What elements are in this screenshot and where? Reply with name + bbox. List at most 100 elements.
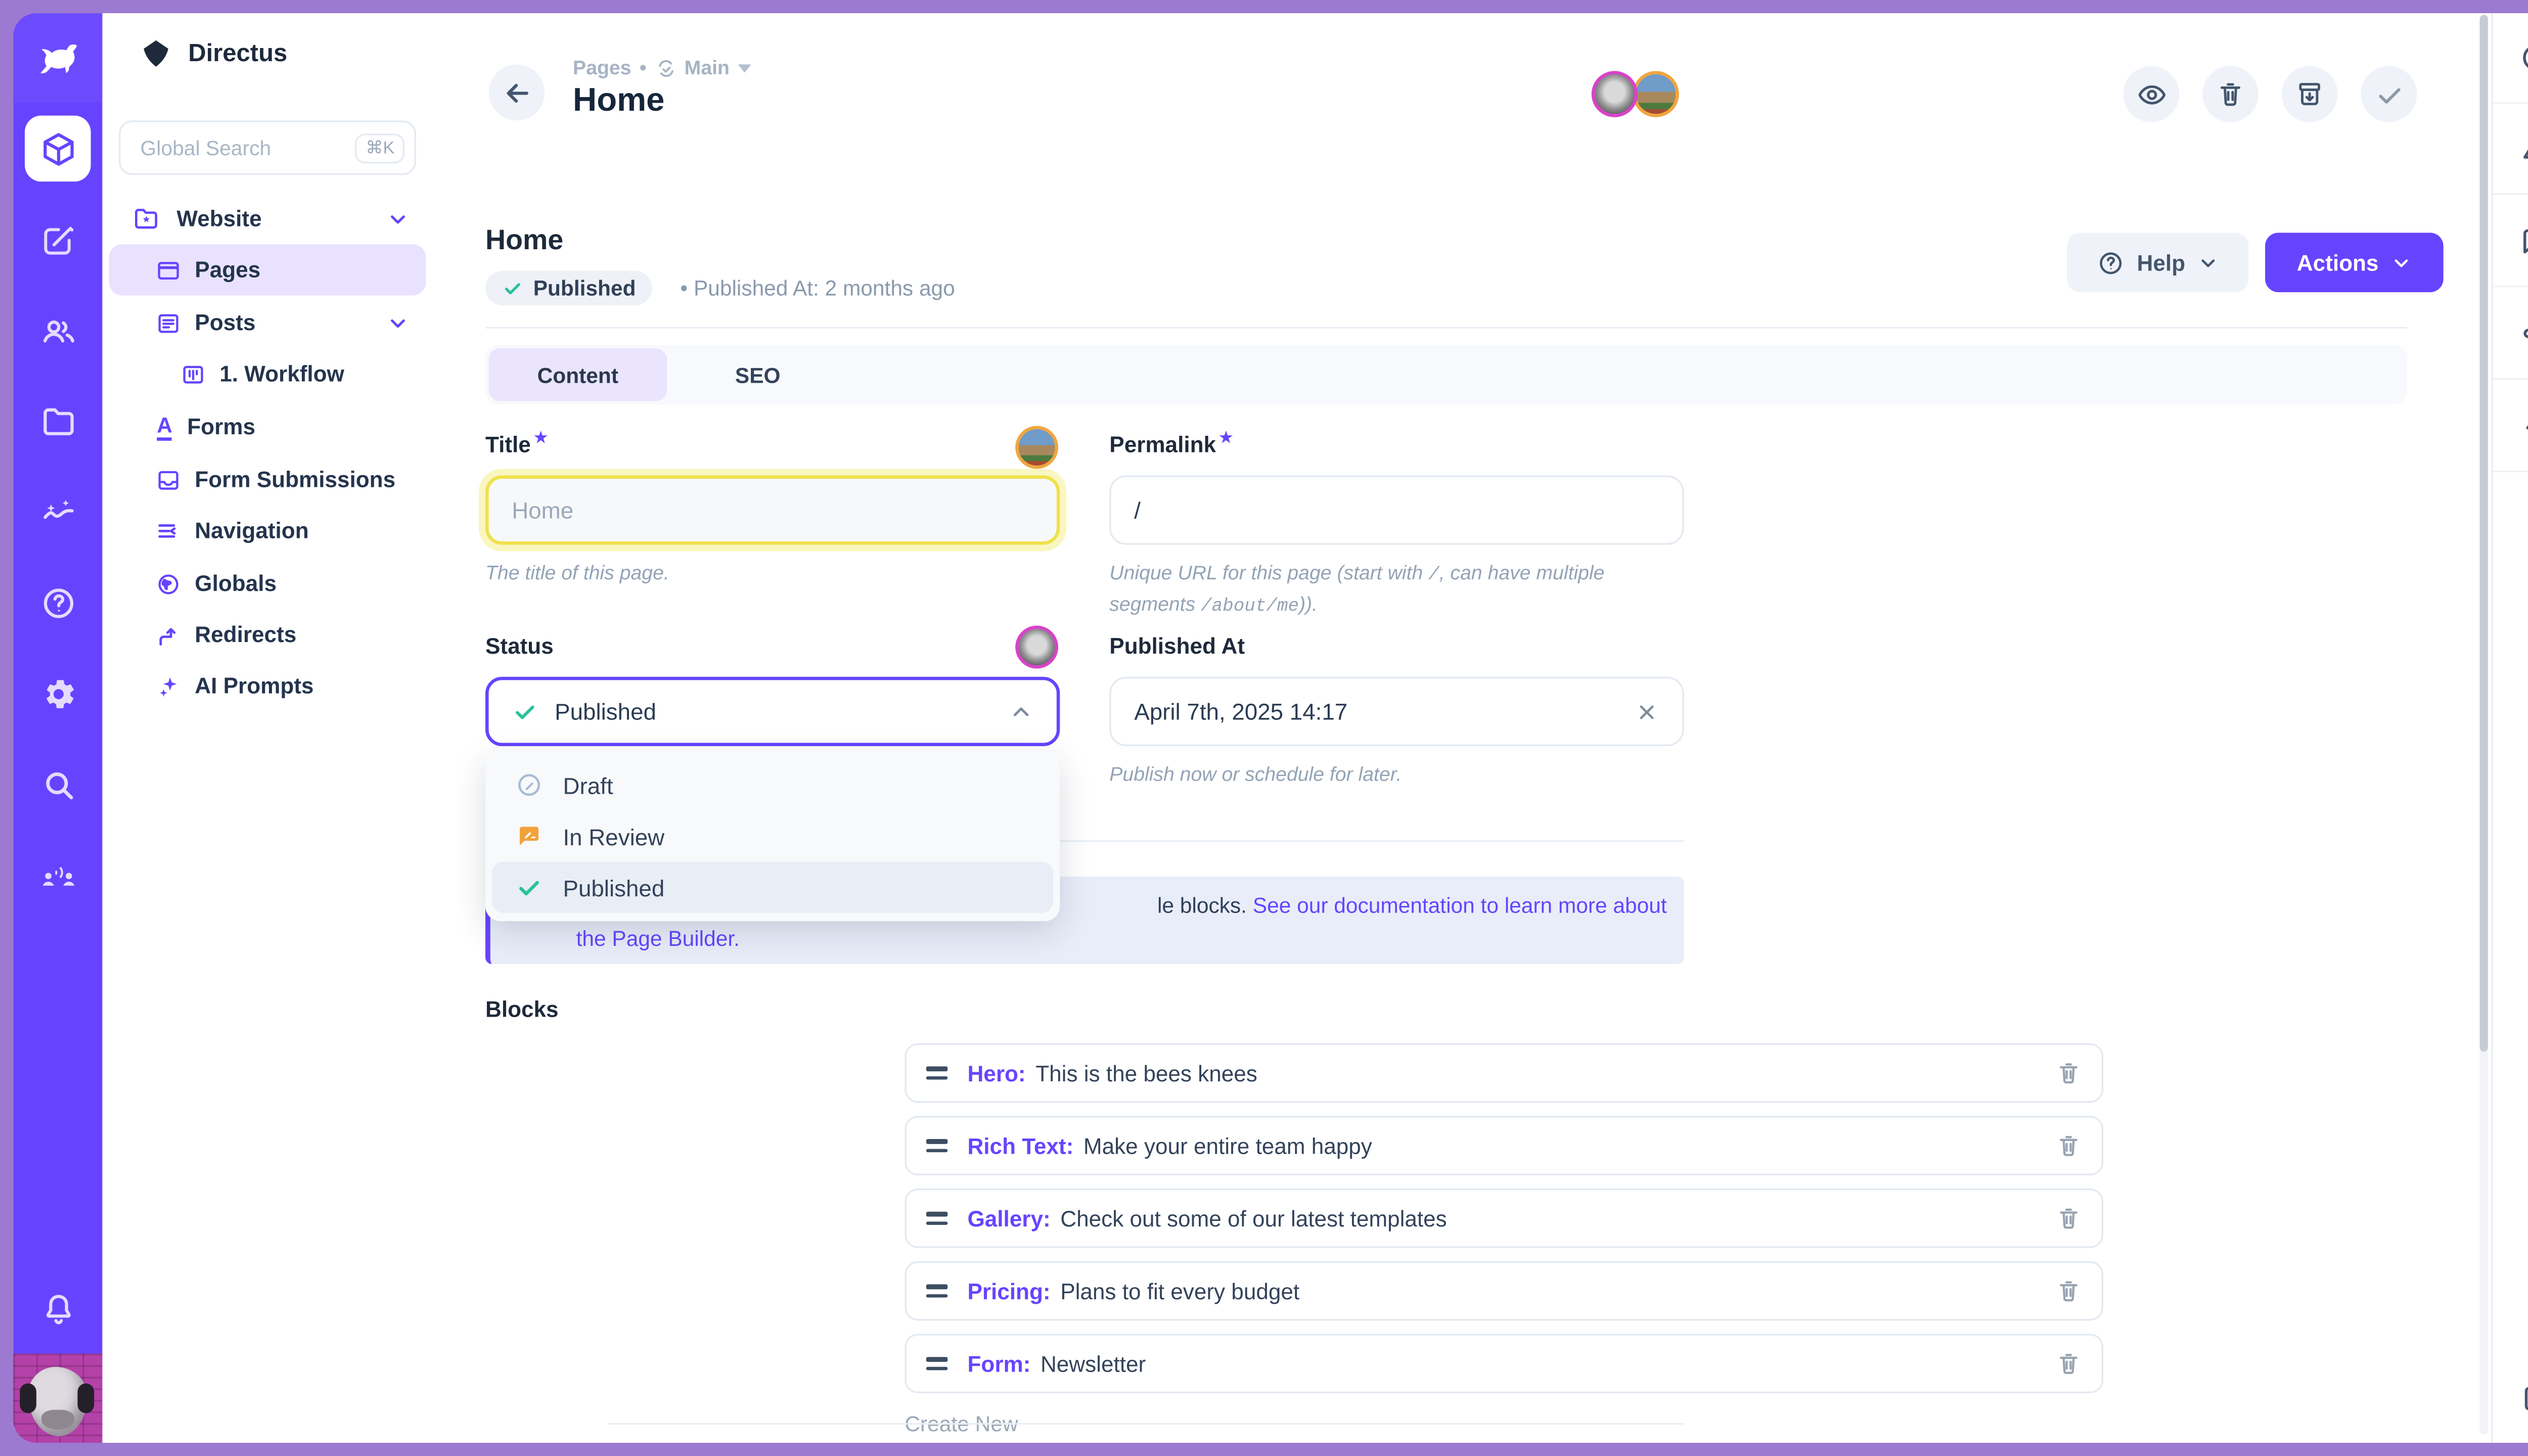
published-meta: • Published At: 2 months ago bbox=[680, 276, 955, 300]
trash-icon[interactable] bbox=[2055, 1132, 2082, 1159]
comments-sidebar-button[interactable] bbox=[2493, 197, 2528, 288]
trash-icon[interactable] bbox=[2055, 1278, 2082, 1304]
back-button[interactable] bbox=[489, 64, 545, 120]
collaborator-avatar-man[interactable] bbox=[1592, 71, 1638, 117]
chevron-down-icon[interactable] bbox=[386, 311, 410, 335]
article-icon bbox=[155, 309, 182, 336]
block-type[interactable]: Form: bbox=[967, 1351, 1030, 1376]
share-icon bbox=[2519, 317, 2528, 350]
sidebar-item-posts[interactable]: Posts bbox=[109, 297, 426, 348]
chevron-down-icon[interactable] bbox=[386, 207, 410, 231]
drag-handle-icon[interactable] bbox=[926, 1139, 947, 1152]
eye-icon bbox=[2136, 78, 2167, 110]
sidebar-item-workflow[interactable]: 1. Workflow bbox=[109, 348, 426, 399]
clear-x-icon[interactable] bbox=[1635, 699, 1659, 724]
block-text: Check out some of our latest templates bbox=[1060, 1206, 1447, 1231]
breadcrumb-collection[interactable]: Pages bbox=[573, 56, 631, 79]
flows-sidebar-button[interactable] bbox=[2493, 381, 2528, 472]
drag-handle-icon[interactable] bbox=[926, 1357, 947, 1370]
help-label: Help bbox=[2137, 250, 2185, 275]
trash-icon[interactable] bbox=[2055, 1350, 2082, 1377]
status-option-draft[interactable]: Draft bbox=[492, 759, 1053, 810]
module-help[interactable] bbox=[13, 566, 102, 639]
status-option-published[interactable]: Published bbox=[492, 861, 1053, 913]
search-shortcut-badge: ⌘K bbox=[356, 133, 404, 163]
sidebar-item-form-submissions[interactable]: Form Submissions bbox=[109, 454, 426, 505]
bolt-icon bbox=[2519, 410, 2528, 442]
sidebar-item-forms[interactable]: A Forms bbox=[109, 401, 426, 452]
sidebar-item-globals[interactable]: Globals bbox=[109, 558, 426, 609]
tab-content[interactable]: Content bbox=[489, 348, 667, 401]
tab-bar: Content SEO bbox=[485, 345, 2407, 404]
actions-button[interactable]: Actions bbox=[2265, 233, 2444, 292]
block-row-rich-text[interactable]: Rich Text: Make your entire team happy bbox=[905, 1116, 2103, 1175]
breadcrumb[interactable]: Pages • Main bbox=[573, 56, 751, 79]
archive-icon bbox=[2295, 79, 2325, 109]
navigation-panel: Directus Global Search ⌘K Website bbox=[102, 13, 432, 1443]
sidebar-item-ai-prompts[interactable]: AI Prompts bbox=[109, 660, 426, 711]
trash-icon[interactable] bbox=[2055, 1205, 2082, 1232]
current-user-avatar[interactable] bbox=[13, 1354, 102, 1443]
published-at-field-label: Published At bbox=[1109, 634, 1245, 659]
sidebar-label: Navigation bbox=[195, 518, 308, 543]
breadcrumb-version[interactable]: Main bbox=[685, 56, 730, 79]
block-row-gallery[interactable]: Gallery: Check out some of our latest te… bbox=[905, 1189, 2103, 1248]
drag-handle-icon[interactable] bbox=[926, 1066, 947, 1079]
permalink-input[interactable]: / bbox=[1109, 475, 1684, 544]
notifications-button[interactable] bbox=[13, 1273, 102, 1346]
shares-sidebar-button[interactable] bbox=[2493, 289, 2528, 380]
drag-handle-icon[interactable] bbox=[926, 1212, 947, 1225]
sidebar-item-navigation[interactable]: Navigation bbox=[109, 505, 426, 556]
info-sidebar-button[interactable] bbox=[2493, 13, 2528, 104]
module-search[interactable] bbox=[13, 748, 102, 821]
chevron-up-icon[interactable] bbox=[1009, 699, 1033, 724]
main-area: Pages • Main Home bbox=[433, 13, 2492, 1443]
tab-seo[interactable]: SEO bbox=[667, 348, 848, 401]
sidebar-label: Globals bbox=[195, 571, 277, 596]
block-row-pricing[interactable]: Pricing: Plans to fit every budget bbox=[905, 1261, 2103, 1321]
block-type[interactable]: Pricing: bbox=[967, 1279, 1050, 1303]
block-type[interactable]: Gallery: bbox=[967, 1206, 1050, 1231]
delete-button[interactable] bbox=[2202, 66, 2259, 122]
module-settings[interactable] bbox=[13, 657, 102, 730]
save-button[interactable] bbox=[2361, 66, 2417, 122]
sidebar-item-website[interactable]: Website bbox=[109, 193, 426, 244]
page-title: Home bbox=[573, 82, 664, 120]
module-content-active[interactable] bbox=[25, 116, 91, 182]
caret-down-icon[interactable] bbox=[738, 64, 751, 72]
module-files[interactable] bbox=[13, 385, 102, 458]
title-field-label: Title★ bbox=[485, 429, 548, 458]
trash-icon[interactable] bbox=[2055, 1060, 2082, 1086]
preview-button[interactable] bbox=[2123, 66, 2179, 122]
project-header[interactable]: Directus bbox=[139, 36, 287, 71]
drag-handle-icon[interactable] bbox=[926, 1284, 947, 1297]
block-row-form[interactable]: Form: Newsletter bbox=[905, 1334, 2103, 1393]
archive-button[interactable] bbox=[2282, 66, 2338, 122]
published-at-input[interactable]: April 7th, 2025 14:17 bbox=[1109, 677, 1684, 746]
directus-logo-button[interactable] bbox=[13, 13, 102, 102]
module-users[interactable] bbox=[13, 294, 102, 367]
module-insights[interactable] bbox=[13, 475, 102, 548]
create-new-divider bbox=[608, 1423, 1684, 1425]
block-type[interactable]: Rich Text: bbox=[967, 1133, 1073, 1158]
sidebar-label: Forms bbox=[187, 415, 255, 439]
sidebar-item-pages[interactable]: Pages bbox=[109, 244, 426, 295]
scheduled-sidebar-button[interactable] bbox=[2493, 1352, 2528, 1443]
block-row-hero[interactable]: Hero: This is the bees knees bbox=[905, 1043, 2103, 1103]
status-select[interactable]: Published bbox=[485, 677, 1060, 746]
pending-actions-icon bbox=[2519, 1381, 2528, 1414]
scrollbar-thumb[interactable] bbox=[2479, 15, 2488, 1052]
collaborator-avatar-marmot[interactable] bbox=[1633, 71, 1679, 117]
block-type[interactable]: Hero: bbox=[967, 1061, 1025, 1085]
tab-label: Content bbox=[537, 362, 618, 387]
help-button[interactable]: Help bbox=[2067, 233, 2248, 292]
module-translations[interactable] bbox=[13, 837, 102, 910]
revisions-sidebar-button[interactable]: 3 bbox=[2493, 104, 2528, 195]
module-editor[interactable] bbox=[13, 205, 102, 278]
documentation-link[interactable]: See our documentation to learn more abou… bbox=[1253, 893, 1667, 918]
global-search-input[interactable]: Global Search ⌘K bbox=[119, 120, 416, 175]
title-input[interactable]: Home bbox=[485, 475, 1060, 544]
sidebar-item-redirects[interactable]: Redirects bbox=[109, 609, 426, 660]
status-option-in-review[interactable]: In Review bbox=[492, 810, 1053, 861]
documentation-link-line2[interactable]: the Page Builder. bbox=[576, 925, 740, 953]
